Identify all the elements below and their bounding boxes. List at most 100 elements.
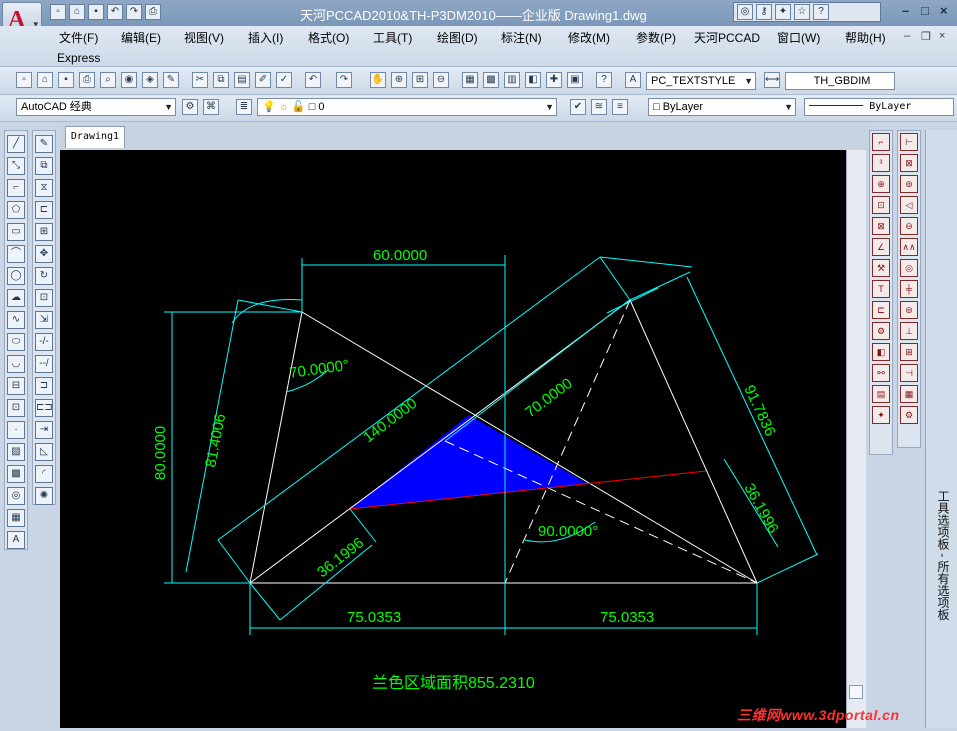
tool-palettes-strip[interactable]: 工具选项板 - 所有选项板 — [925, 130, 957, 728]
publish-icon[interactable]: ◉ — [121, 72, 137, 88]
menu-file[interactable]: 文件(F) — [59, 29, 98, 46]
menu-edit[interactable]: 编辑(E) — [121, 29, 161, 46]
pccad-assembly-icon[interactable]: ⚙ — [900, 406, 918, 424]
menu-pccad[interactable]: 天河PCCAD — [694, 29, 760, 46]
redo-icon[interactable]: ↷ — [336, 72, 352, 88]
text-style-icon[interactable]: A — [625, 72, 641, 88]
layer-properties-icon[interactable]: ≣ — [236, 99, 252, 115]
revision-cloud-icon[interactable]: ☁ — [7, 289, 25, 307]
paste-icon[interactable]: ▤ — [234, 72, 250, 88]
ellipse-arc-icon[interactable]: ◡ — [7, 355, 25, 373]
extend-icon[interactable]: --/ — [35, 355, 53, 373]
pccad-tool-2-icon[interactable]: ³ — [872, 154, 890, 172]
pccad-coupling-icon[interactable]: ⊣ — [900, 364, 918, 382]
minimize-icon[interactable]: – — [902, 3, 909, 18]
pccad-tool-13-icon[interactable]: ▤ — [872, 385, 890, 403]
gradient-icon[interactable]: ▩ — [7, 465, 25, 483]
menu-view[interactable]: 视图(V) — [184, 29, 224, 46]
line-icon[interactable]: ╱ — [7, 135, 25, 153]
doc-restore-icon[interactable]: ❐ — [921, 30, 931, 43]
open-icon[interactable]: ⌂ — [69, 4, 85, 20]
pccad-tool-10-icon[interactable]: ⚙ — [872, 322, 890, 340]
layer-select[interactable]: 💡 ☼ 🔓 □ 0 ▼ — [257, 98, 557, 116]
linetype-select[interactable]: ───────── ByLayer — [804, 98, 954, 116]
tool-palettes-icon[interactable]: ▥ — [504, 72, 520, 88]
polyline-icon[interactable]: ⌐ — [7, 179, 25, 197]
ellipse-icon[interactable]: ⬭ — [7, 333, 25, 351]
table-icon[interactable]: ▦ — [7, 509, 25, 527]
point-icon[interactable]: · — [7, 421, 25, 439]
plot-preview-icon[interactable]: ⌕ — [100, 72, 116, 88]
help-icon[interactable]: ? — [596, 72, 612, 88]
arc-icon[interactable]: ⌒ — [7, 245, 25, 263]
workspace-select[interactable]: AutoCAD 经典 ▼ — [16, 98, 176, 116]
move-icon[interactable]: ✥ — [35, 245, 53, 263]
rotate-icon[interactable]: ↻ — [35, 267, 53, 285]
menu-tools[interactable]: 工具(T) — [373, 29, 412, 46]
dimension-style-select[interactable]: TH_GBDIM — [785, 72, 895, 90]
markup-icon[interactable]: ✚ — [546, 72, 562, 88]
redo-icon[interactable]: ↷ — [126, 4, 142, 20]
menu-express[interactable]: Express — [57, 51, 100, 65]
save-icon[interactable]: ▪ — [88, 4, 104, 20]
binoculars-icon[interactable]: ◎ — [737, 4, 753, 20]
pccad-tool-7-icon[interactable]: ⚒ — [872, 259, 890, 277]
workspace-settings-icon[interactable]: ⚙ — [182, 99, 198, 115]
vertical-scrollbar[interactable] — [846, 150, 866, 728]
make-block-icon[interactable]: ⊡ — [7, 399, 25, 417]
menu-draw[interactable]: 绘图(D) — [437, 29, 478, 46]
doc-minimize-icon[interactable]: – — [904, 30, 910, 42]
help-icon[interactable]: ? — [813, 4, 829, 20]
menu-window[interactable]: 窗口(W) — [777, 29, 820, 46]
dimension-style-icon[interactable]: ⟷ — [764, 72, 780, 88]
pccad-tool-11-icon[interactable]: ◧ — [872, 343, 890, 361]
close-icon[interactable]: × — [940, 3, 948, 18]
plot-icon[interactable]: ⎙ — [79, 72, 95, 88]
pccad-nut-icon[interactable]: ⊠ — [900, 154, 918, 172]
make-current-icon[interactable]: ✔ — [570, 99, 586, 115]
zoom-realtime-icon[interactable]: ⊕ — [391, 72, 407, 88]
menu-format[interactable]: 格式(O) — [308, 29, 349, 46]
satellite-icon[interactable]: ✦ — [775, 4, 791, 20]
pccad-key-icon[interactable]: ⊖ — [900, 217, 918, 235]
erase-icon[interactable]: ✎ — [35, 135, 53, 153]
tab-drawing1[interactable]: Drawing1 — [65, 126, 125, 148]
layer-previous-icon[interactable]: ≋ — [591, 99, 607, 115]
pan-icon[interactable]: ✋ — [370, 72, 386, 88]
new-icon[interactable]: ▫ — [16, 72, 32, 88]
pccad-tool-4-icon[interactable]: ⊡ — [872, 196, 890, 214]
drawing-canvas[interactable]: 60.0000 140.0000 70.0000 91.7836 80.0000… — [60, 150, 846, 728]
pccad-bulb-icon[interactable]: ✦ — [872, 406, 890, 424]
spline-icon[interactable]: ∿ — [7, 311, 25, 329]
block-editor-icon[interactable]: ✓ — [276, 72, 292, 88]
insert-block-icon[interactable]: ⊟ — [7, 377, 25, 395]
pccad-spring-icon[interactable]: ∧∧ — [900, 238, 918, 256]
scroll-thumb[interactable] — [849, 685, 863, 699]
stretch-icon[interactable]: ⇲ — [35, 311, 53, 329]
maximize-icon[interactable]: □ — [921, 3, 929, 18]
new-icon[interactable]: ▫ — [50, 4, 66, 20]
key-icon[interactable]: ⚷ — [756, 4, 772, 20]
pccad-seal-icon[interactable]: ⊜ — [900, 301, 918, 319]
match-properties-icon[interactable]: ✐ — [255, 72, 271, 88]
pccad-tool-5-icon[interactable]: ⊠ — [872, 217, 890, 235]
pccad-text-icon[interactable]: T — [872, 280, 890, 298]
offset-icon[interactable]: ⊏ — [35, 201, 53, 219]
pccad-pin-icon[interactable]: ◁ — [900, 196, 918, 214]
sheet-set-icon[interactable]: ◧ — [525, 72, 541, 88]
zoom-previous-icon[interactable]: ⊖ — [433, 72, 449, 88]
pccad-gear-icon[interactable]: ⊞ — [900, 343, 918, 361]
undo-icon[interactable]: ↶ — [305, 72, 321, 88]
chamfer-icon[interactable]: ◺ — [35, 443, 53, 461]
pccad-tool-1-icon[interactable]: ⌐ — [872, 133, 890, 151]
break-icon[interactable]: ⊏⊐ — [35, 399, 53, 417]
etransmit-icon[interactable]: ✎ — [163, 72, 179, 88]
undo-icon[interactable]: ↶ — [107, 4, 123, 20]
copy-icon[interactable]: ⧉ — [213, 72, 229, 88]
break-at-point-icon[interactable]: ⊐ — [35, 377, 53, 395]
mirror-icon[interactable]: ⧖ — [35, 179, 53, 197]
construction-line-icon[interactable]: ⤡ — [7, 157, 25, 175]
pccad-shaft-icon[interactable]: ╪ — [900, 280, 918, 298]
scale-icon[interactable]: ⊡ — [35, 289, 53, 307]
text-style-select[interactable]: PC_TEXTSTYLE ▼ — [646, 72, 756, 90]
